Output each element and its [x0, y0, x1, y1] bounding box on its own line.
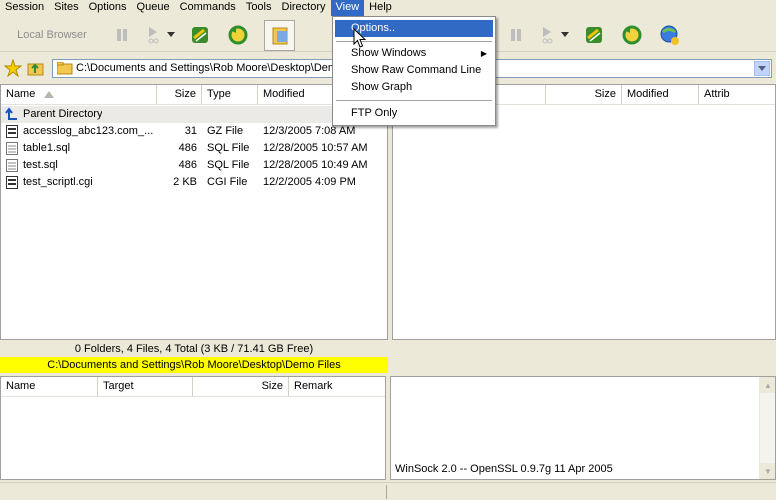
folder-up-icon[interactable]: [27, 59, 45, 80]
file-name: table1.sql: [23, 142, 71, 154]
pause-icon[interactable]: [502, 21, 530, 49]
file-name: test.sql: [23, 159, 58, 171]
queue-list: Name Target Size Remark: [0, 376, 386, 480]
menu-sites[interactable]: Sites: [49, 0, 83, 16]
file-size: 31: [184, 125, 197, 137]
menu-item-show-raw-command-line[interactable]: Show Raw Command Line: [335, 62, 493, 79]
column-header-size[interactable]: Size: [157, 85, 202, 104]
local-file-list: Name Size Type Modified Parent Directory…: [0, 84, 388, 340]
file-size: 2 KB: [173, 176, 197, 188]
menu-options[interactable]: Options: [84, 0, 132, 16]
column-header-attrib[interactable]: Attrib: [699, 85, 775, 104]
file-name: test_scriptl.cgi: [23, 176, 93, 188]
column-header-name[interactable]: Name: [1, 85, 157, 104]
folder-icon: [56, 61, 73, 78]
column-header-remark[interactable]: Remark: [289, 377, 385, 396]
column-header-size[interactable]: Size: [193, 377, 289, 396]
remote-status-area: [392, 341, 776, 373]
scroll-down-icon[interactable]: ▼: [760, 463, 775, 479]
file-name: accesslog_abc123.com_...: [23, 125, 154, 137]
column-header-name[interactable]: Name: [1, 377, 98, 396]
file-modified: 12/28/2005 10:49 AM: [263, 159, 368, 171]
transfer-icon[interactable]: [580, 21, 608, 49]
scroll-up-icon[interactable]: ▲: [760, 377, 775, 393]
local-status-summary: 0 Folders, 4 Files, 4 Total (3 KB / 71.4…: [0, 341, 388, 357]
mouse-cursor-icon: [353, 27, 367, 53]
list-item-parent-directory[interactable]: Parent Directory: [1, 106, 387, 123]
chevron-down-icon[interactable]: [558, 21, 572, 49]
file-type: SQL File: [207, 159, 250, 171]
menu-directory[interactable]: Directory: [277, 0, 331, 16]
table-row[interactable]: test.sql 486 SQL File 12/28/2005 10:49 A…: [1, 157, 387, 174]
file-size: 486: [178, 159, 197, 171]
menu-queue[interactable]: Queue: [132, 0, 175, 16]
sort-ascending-icon: [44, 91, 54, 98]
menu-item-show-graph[interactable]: Show Graph: [335, 79, 493, 96]
refresh-icon[interactable]: [618, 21, 646, 49]
file-name: Parent Directory: [23, 108, 103, 120]
file-icon: [6, 176, 18, 195]
column-header-size[interactable]: Size: [546, 85, 622, 104]
refresh-icon[interactable]: [224, 21, 252, 49]
log-pane: WinSock 2.0 -- OpenSSL 0.9.7g 11 Apr 200…: [390, 376, 776, 480]
pause-icon[interactable]: [108, 21, 136, 49]
log-text: WinSock 2.0 -- OpenSSL 0.9.7g 11 Apr 200…: [395, 463, 613, 475]
local-browser-label: Local Browser: [17, 29, 87, 41]
transfer-icon[interactable]: [186, 21, 214, 49]
menu-commands[interactable]: Commands: [175, 0, 241, 16]
status-bar: [0, 482, 776, 500]
column-header-modified[interactable]: Modified: [622, 85, 699, 104]
local-browser-toggle-icon[interactable]: [264, 20, 295, 51]
menu-separator: [336, 100, 492, 101]
menu-bar: Session Sites Options Queue Commands Too…: [0, 0, 776, 16]
file-modified: 12/2/2005 4:09 PM: [263, 176, 356, 188]
local-list-header: Name Size Type Modified: [1, 85, 387, 105]
table-row[interactable]: table1.sql 486 SQL File 12/28/2005 10:57…: [1, 140, 387, 157]
file-type: GZ File: [207, 125, 244, 137]
log-scrollbar[interactable]: ▲ ▼: [759, 377, 775, 479]
star-icon[interactable]: [3, 58, 23, 80]
menu-item-ftp-only[interactable]: FTP Only: [335, 105, 493, 122]
status-divider: [386, 485, 387, 499]
address-path: C:\Documents and Settings\Rob Moore\Desk…: [76, 62, 344, 74]
column-label: Name: [6, 88, 36, 100]
menu-view[interactable]: View: [330, 0, 365, 16]
file-type: SQL File: [207, 142, 250, 154]
submenu-arrow-icon: ▶: [480, 49, 487, 58]
file-type: CGI File: [207, 176, 248, 188]
local-toolbar: Local Browser: [0, 17, 388, 52]
connect-globe-icon[interactable]: [656, 21, 684, 49]
table-row[interactable]: test_scriptl.cgi 2 KB CGI File 12/2/2005…: [1, 174, 387, 191]
menu-help[interactable]: Help: [364, 0, 397, 16]
chevron-down-icon: [758, 65, 766, 71]
table-row[interactable]: accesslog_abc123.com_... 31 GZ File 12/3…: [1, 123, 387, 140]
queue-list-header: Name Target Size Remark: [1, 377, 385, 397]
chevron-down-icon[interactable]: [164, 21, 178, 49]
file-modified: 12/28/2005 10:57 AM: [263, 142, 368, 154]
file-size: 486: [178, 142, 197, 154]
menu-tools[interactable]: Tools: [241, 0, 277, 16]
local-path-status: C:\Documents and Settings\Rob Moore\Desk…: [0, 357, 388, 373]
address-dropdown-button[interactable]: [754, 61, 770, 76]
column-header-type[interactable]: Type: [202, 85, 258, 104]
menu-session[interactable]: Session: [0, 0, 49, 16]
column-header-target[interactable]: Target: [98, 377, 193, 396]
